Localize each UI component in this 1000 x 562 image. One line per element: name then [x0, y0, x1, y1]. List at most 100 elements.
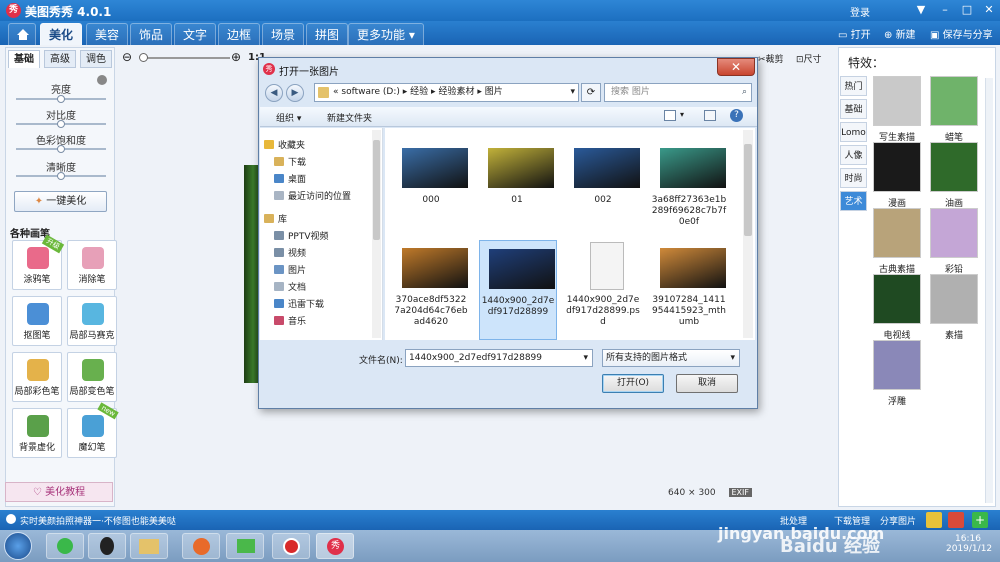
- address-dropdown-icon[interactable]: ▾: [570, 84, 575, 101]
- slider-knob[interactable]: [57, 120, 65, 128]
- tab-beautify[interactable]: 美化: [40, 23, 83, 45]
- clock[interactable]: 16:16 2019/1/12: [946, 534, 992, 554]
- breadcrumb-pictures[interactable]: 图片: [485, 87, 503, 97]
- effects-category-tab[interactable]: 基础: [840, 99, 867, 119]
- refresh-button[interactable]: ⟳: [581, 83, 601, 102]
- brush-tool[interactable]: 局部变色笔: [67, 352, 117, 402]
- tab-text[interactable]: 文字: [174, 23, 217, 45]
- back-button[interactable]: ◀: [265, 84, 283, 102]
- tab-scene[interactable]: 场景: [262, 23, 305, 45]
- taskbar-firefox[interactable]: [182, 533, 220, 559]
- effect-item[interactable]: 漫画: [873, 142, 921, 209]
- file-item[interactable]: 370ace8df53227a204d64c76ebad4620: [393, 240, 471, 340]
- effect-item[interactable]: 蜡笔: [930, 76, 978, 143]
- file-item[interactable]: 01: [479, 140, 557, 240]
- file-scroll-thumb[interactable]: [744, 144, 752, 236]
- effects-category-tab[interactable]: 热门: [840, 76, 867, 96]
- login-link[interactable]: 登录: [850, 4, 870, 19]
- slider-knob[interactable]: [57, 172, 65, 180]
- status-ad-link[interactable]: 实时美颜拍照神器一·不修图也能美美哒: [20, 514, 176, 527]
- tab-more[interactable]: 更多功能 ▾: [348, 23, 424, 45]
- effects-category-tab[interactable]: Lomo: [840, 122, 867, 142]
- file-item[interactable]: 1440x900_2d7edf917d28899.psd: [565, 240, 643, 340]
- cancel-button[interactable]: 取消: [676, 374, 738, 393]
- tab-color[interactable]: 调色: [80, 50, 112, 68]
- slider-knob[interactable]: [57, 145, 65, 153]
- file-item[interactable]: 1440x900_2d7edf917d28899: [479, 240, 557, 340]
- minimize-button[interactable]: –: [936, 2, 954, 18]
- zoom-knob[interactable]: [139, 53, 148, 62]
- preview-pane-icon[interactable]: [704, 110, 716, 121]
- file-item[interactable]: 002: [565, 140, 643, 240]
- trim-button[interactable]: ✂裁剪: [758, 52, 784, 65]
- new-button[interactable]: ⊕ 新建: [884, 26, 916, 41]
- slider-knob[interactable]: [57, 95, 65, 103]
- effect-item[interactable]: 浮雕: [873, 340, 921, 407]
- effects-category-tab[interactable]: 艺术: [840, 191, 867, 211]
- chevron-down-icon[interactable]: ▾: [583, 350, 588, 366]
- share-button[interactable]: 分享图片: [880, 514, 916, 527]
- brush-tool[interactable]: 局部马赛克: [67, 296, 117, 346]
- dialog-close-button[interactable]: ✕: [717, 58, 755, 76]
- taskbar-explorer[interactable]: [130, 533, 168, 559]
- breadcrumb-materials[interactable]: 经验素材: [438, 87, 474, 97]
- brush-tool[interactable]: 抠图笔: [12, 296, 62, 346]
- effect-item[interactable]: 彩铅: [930, 208, 978, 275]
- tab-frame[interactable]: 边框: [218, 23, 261, 45]
- nav-item[interactable]: 下载: [288, 155, 306, 168]
- view-mode-icon[interactable]: [664, 110, 676, 121]
- breadcrumb-drive[interactable]: software (D:): [341, 87, 400, 97]
- effect-item[interactable]: 写生素描: [873, 76, 921, 143]
- open-button[interactable]: ▭ 打开: [838, 26, 871, 41]
- address-bar[interactable]: « software (D:) ▸ 经验 ▸ 经验素材 ▸ 图片 ▾: [314, 83, 579, 102]
- zoom-out-icon[interactable]: ⊖: [122, 50, 132, 64]
- effect-item[interactable]: 古典素描: [873, 208, 921, 275]
- taskbar-camtasia[interactable]: [226, 533, 264, 559]
- tutorial-button[interactable]: ♡ 美化教程: [5, 482, 113, 502]
- view-dropdown-icon[interactable]: ▾: [680, 110, 684, 119]
- start-button[interactable]: [4, 532, 32, 560]
- home-tab[interactable]: [8, 23, 36, 45]
- forward-button[interactable]: ▶: [286, 84, 304, 102]
- effect-item[interactable]: 油画: [930, 142, 978, 209]
- nav-item[interactable]: 迅雷下载: [288, 297, 324, 310]
- taskbar-meitu[interactable]: 秀: [316, 533, 354, 559]
- brush-tool[interactable]: 背景虚化: [12, 408, 62, 458]
- nav-item[interactable]: 最近访问的位置: [288, 189, 351, 202]
- star-icon[interactable]: [926, 512, 942, 528]
- breadcrumb-experience[interactable]: 经验: [410, 87, 428, 97]
- taskbar-recorder[interactable]: [272, 533, 310, 559]
- file-item[interactable]: 000: [393, 140, 471, 240]
- maximize-button[interactable]: □: [958, 2, 976, 18]
- chevron-down-icon[interactable]: ▾: [730, 350, 735, 366]
- nav-item[interactable]: 收藏夹: [278, 138, 305, 151]
- tab-collage[interactable]: 拼图: [306, 23, 349, 45]
- filename-input[interactable]: 1440x900_2d7edf917d28899 ▾: [405, 349, 593, 367]
- save-share-button[interactable]: ▣ 保存与分享: [930, 26, 993, 41]
- help-icon[interactable]: ?: [730, 109, 743, 122]
- exif-button[interactable]: EXIF: [728, 488, 752, 497]
- brush-tool[interactable]: 消除笔: [67, 240, 117, 290]
- nav-item[interactable]: 视频: [288, 246, 306, 259]
- file-item[interactable]: 39107284_1411954415923_mthumb: [651, 240, 729, 340]
- open-file-button[interactable]: 打开(O): [602, 374, 664, 393]
- file-item[interactable]: 3a68ff27363e1b289f69628c7b7f0e0f: [651, 140, 729, 240]
- one-key-beautify-button[interactable]: ✦ 一键美化: [14, 191, 107, 212]
- taskbar-app-qq[interactable]: [88, 533, 126, 559]
- sharpness-slider[interactable]: [16, 172, 106, 180]
- skin-menu-button[interactable]: ▼: [912, 2, 930, 18]
- saturation-slider[interactable]: [16, 145, 106, 153]
- nav-item[interactable]: 桌面: [288, 172, 306, 185]
- organize-menu[interactable]: 组织 ▾: [276, 111, 301, 124]
- brightness-slider[interactable]: [16, 95, 106, 103]
- effect-item[interactable]: 电视线: [873, 274, 921, 341]
- close-button[interactable]: ✕: [980, 2, 998, 18]
- zoom-slider[interactable]: [139, 53, 230, 62]
- brush-tool[interactable]: 涂鸦笔 升级: [12, 234, 65, 290]
- nav-item[interactable]: 图片: [288, 263, 306, 276]
- size-button[interactable]: ⊡尺寸: [796, 52, 822, 65]
- weibo-icon[interactable]: [948, 512, 964, 528]
- zoom-in-icon[interactable]: ⊕: [231, 50, 241, 64]
- effect-item[interactable]: 素描: [930, 274, 978, 341]
- nav-scroll-thumb[interactable]: [373, 140, 380, 240]
